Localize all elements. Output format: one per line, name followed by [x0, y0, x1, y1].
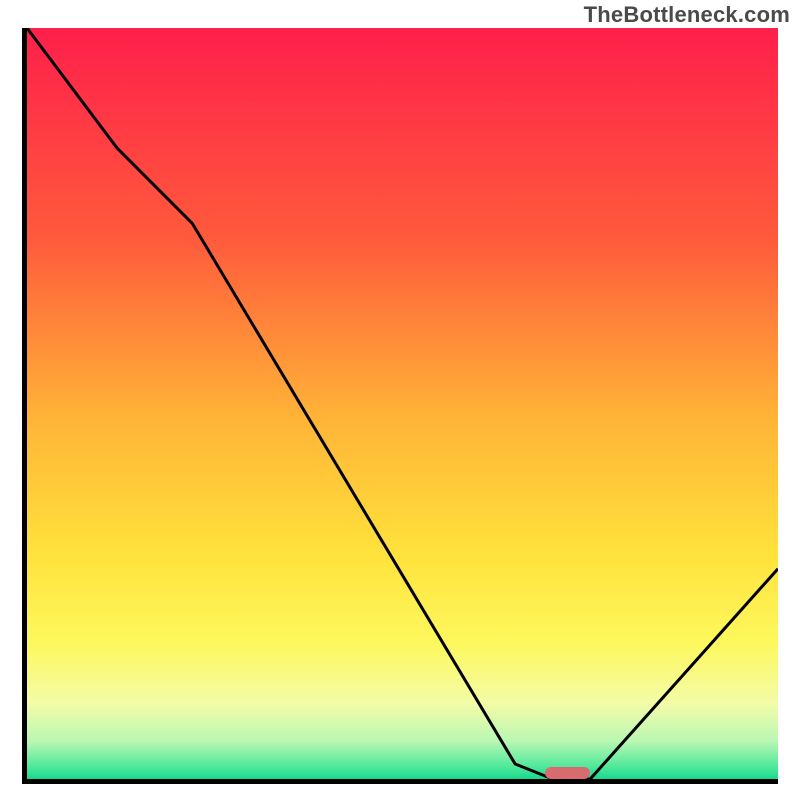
optimal-marker [545, 767, 590, 779]
bottleneck-curve [27, 28, 778, 779]
plot-area [22, 28, 778, 784]
chart-frame: TheBottleneck.com [0, 0, 800, 800]
watermark-text: TheBottleneck.com [584, 2, 790, 28]
